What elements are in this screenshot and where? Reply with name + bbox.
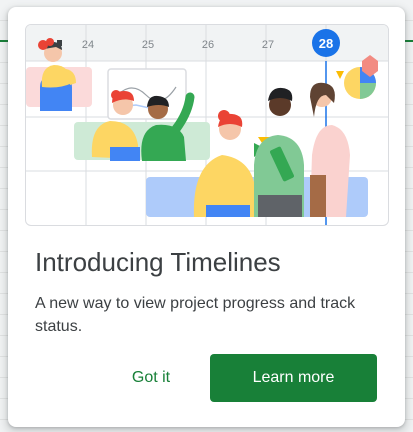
triangle-icon [336, 71, 344, 79]
timeline-date-25: 25 [142, 39, 154, 51]
timeline-date-26: 26 [202, 39, 214, 51]
dialog-title: Introducing Timelines [35, 247, 281, 277]
person-figure-5 [254, 87, 304, 217]
timeline-illustration: 24 25 26 27 28 [25, 24, 389, 226]
learn-more-button[interactable]: Learn more [210, 354, 377, 402]
timeline-date-today: 28 [319, 36, 333, 51]
timeline-illustration-graphic: 24 25 26 27 28 [26, 25, 388, 225]
got-it-button[interactable]: Got it [113, 357, 189, 399]
timeline-date-27: 27 [262, 39, 274, 51]
timeline-date-24: 24 [82, 39, 94, 51]
dialog-description: A new way to view project progress and t… [35, 295, 356, 335]
timelines-intro-dialog: 24 25 26 27 28 Introducing Timelines A n… [8, 7, 405, 427]
